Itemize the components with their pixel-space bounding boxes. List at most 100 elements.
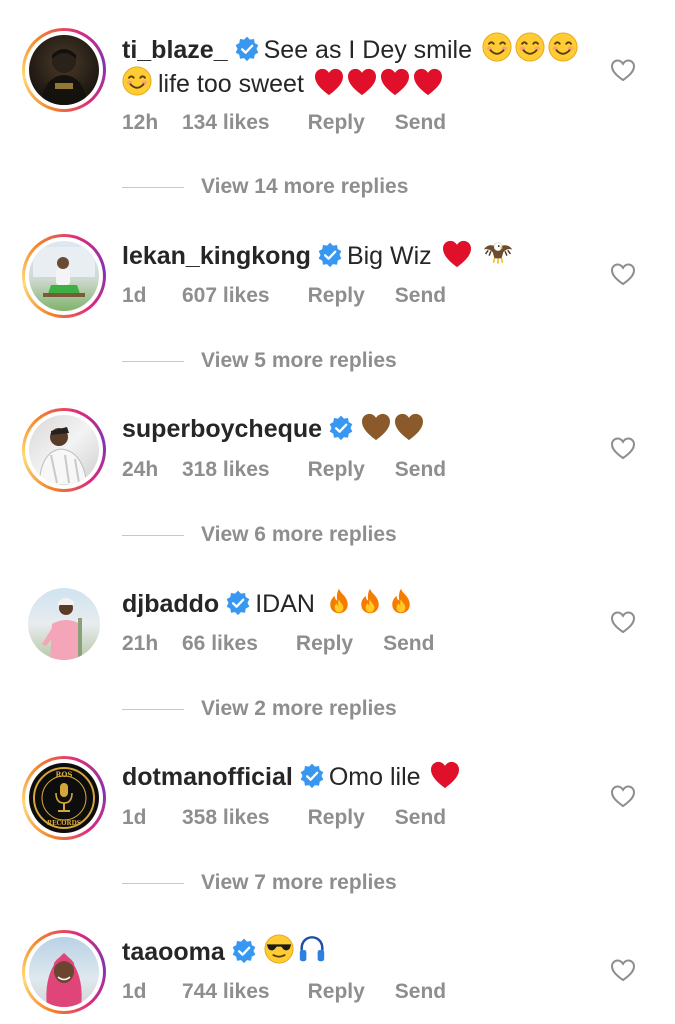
avatar[interactable]	[22, 28, 106, 112]
likes-count[interactable]: 134 likes	[182, 111, 270, 135]
likes-count[interactable]: 318 likes	[182, 458, 270, 482]
view-replies-button[interactable]: View 2 more replies	[122, 697, 397, 721]
comment-text: lekan_kingkong Big Wiz	[122, 238, 514, 273]
divider	[122, 708, 184, 710]
username[interactable]: taaooma	[122, 938, 225, 966]
red-heart-icon	[380, 68, 410, 96]
comment-text-continued: life too sweet	[122, 66, 443, 101]
send-button[interactable]: Send	[395, 458, 446, 482]
send-button[interactable]: Send	[395, 806, 446, 830]
view-replies-button[interactable]: View 6 more replies	[122, 523, 397, 547]
comment-meta: 12h 134 likes Reply Send	[122, 111, 446, 135]
smiling-face-icon	[122, 66, 152, 96]
divider	[122, 882, 184, 884]
comment-text: dotmanofficial Omo lile	[122, 760, 460, 794]
red-heart-icon	[347, 68, 377, 96]
like-heart-icon[interactable]	[610, 262, 636, 286]
view-replies-label: View 5 more replies	[201, 349, 397, 372]
username[interactable]: ti_blaze_	[122, 36, 228, 64]
view-replies-label: View 14 more replies	[201, 175, 409, 198]
view-replies-button[interactable]: View 5 more replies	[122, 349, 397, 373]
likes-count[interactable]: 358 likes	[182, 806, 270, 830]
fire-icon	[387, 586, 415, 616]
comment-text: ti_blaze_ See as I Dey smile	[122, 32, 578, 67]
comment-body: See as I Dey smile	[263, 36, 473, 64]
comment-text: taaooma	[122, 934, 327, 969]
brown-heart-icon	[361, 413, 391, 441]
comment-body: Omo lile	[328, 763, 421, 791]
timestamp: 21h	[122, 632, 159, 655]
timestamp: 12h	[122, 111, 159, 134]
comment-text: superboycheque	[122, 412, 424, 446]
comment-meta: 21h 66 likes Reply Send	[122, 632, 434, 656]
divider	[122, 186, 184, 188]
view-replies-label: View 6 more replies	[201, 523, 397, 546]
verified-badge-icon	[328, 415, 354, 441]
comment-body-line2: life too sweet	[158, 70, 304, 98]
comment-meta: 1d 358 likes Reply Send	[122, 806, 446, 830]
username[interactable]: lekan_kingkong	[122, 242, 311, 270]
like-heart-icon[interactable]	[610, 784, 636, 808]
likes-count[interactable]: 66 likes	[182, 632, 258, 656]
comment-body: IDAN	[255, 590, 315, 618]
comment-meta: 1d 607 likes Reply Send	[122, 284, 446, 308]
timestamp: 24h	[122, 458, 159, 481]
headphones-icon	[297, 934, 327, 964]
avatar[interactable]	[22, 930, 106, 1014]
username[interactable]: djbaddo	[122, 590, 219, 618]
like-heart-icon[interactable]	[610, 58, 636, 82]
divider	[122, 534, 184, 536]
like-heart-icon[interactable]	[610, 610, 636, 634]
comment-meta: 24h 318 likes Reply Send	[122, 458, 446, 482]
smiling-face-icon	[482, 32, 512, 62]
like-heart-icon[interactable]	[610, 436, 636, 460]
verified-badge-icon	[231, 938, 257, 964]
username[interactable]: superboycheque	[122, 415, 322, 443]
timestamp: 1d	[122, 980, 147, 1003]
smiling-face-icon	[515, 32, 545, 62]
view-replies-label: View 2 more replies	[201, 697, 397, 720]
fire-icon	[356, 586, 384, 616]
send-button[interactable]: Send	[395, 111, 446, 135]
timestamp: 1d	[122, 806, 147, 829]
avatar[interactable]	[22, 408, 106, 492]
avatar[interactable]	[22, 582, 106, 666]
red-heart-icon	[413, 68, 443, 96]
reply-button[interactable]: Reply	[308, 111, 365, 135]
red-heart-icon	[442, 240, 472, 268]
reply-button[interactable]: Reply	[296, 632, 353, 656]
eagle-icon	[482, 238, 514, 268]
sunglasses-face-icon	[264, 934, 294, 964]
view-replies-button[interactable]: View 7 more replies	[122, 871, 397, 895]
reply-button[interactable]: Reply	[308, 980, 365, 1004]
brown-heart-icon	[394, 413, 424, 441]
reply-button[interactable]: Reply	[308, 806, 365, 830]
reply-button[interactable]: Reply	[308, 284, 365, 308]
send-button[interactable]: Send	[395, 980, 446, 1004]
reply-button[interactable]: Reply	[308, 458, 365, 482]
username[interactable]: dotmanofficial	[122, 763, 293, 791]
comment-text: djbaddo IDAN	[122, 586, 415, 621]
like-heart-icon[interactable]	[610, 958, 636, 982]
svg-text:ROS: ROS	[56, 770, 73, 779]
view-replies-button[interactable]: View 14 more replies	[122, 175, 408, 199]
send-button[interactable]: Send	[395, 284, 446, 308]
avatar[interactable]	[22, 234, 106, 318]
likes-count[interactable]: 607 likes	[182, 284, 270, 308]
comment-body: Big Wiz	[346, 242, 432, 270]
timestamp: 1d	[122, 284, 147, 307]
divider	[122, 360, 184, 362]
verified-badge-icon	[234, 36, 260, 62]
red-heart-icon	[430, 761, 460, 789]
verified-badge-icon	[317, 242, 343, 268]
likes-count[interactable]: 744 likes	[182, 980, 270, 1004]
ros-records-logo: ROS RECORDS	[33, 767, 95, 829]
view-replies-label: View 7 more replies	[201, 871, 397, 894]
smiling-face-icon	[548, 32, 578, 62]
red-heart-icon	[314, 68, 344, 96]
send-button[interactable]: Send	[383, 632, 434, 656]
fire-icon	[325, 586, 353, 616]
comment-meta: 1d 744 likes Reply Send	[122, 980, 446, 1004]
avatar[interactable]: ROS RECORDS	[22, 756, 106, 840]
svg-text:RECORDS: RECORDS	[47, 820, 81, 827]
